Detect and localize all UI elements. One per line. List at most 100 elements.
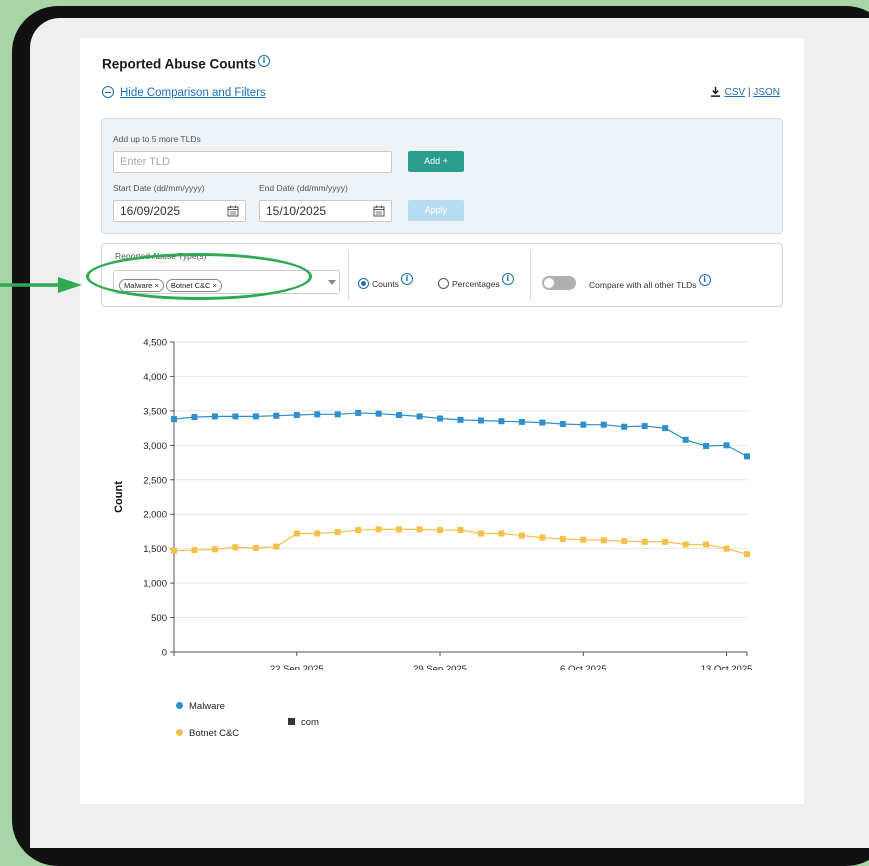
radio-selected-icon (358, 278, 369, 290)
data-point (744, 551, 750, 558)
data-point (559, 536, 566, 543)
add-tld-button[interactable]: Add + (408, 151, 464, 172)
axis-layer: 0 500 1,000 1,500 2,000 2,500 3,000 3,500 4,000 4… (143, 338, 752, 671)
add-tld-label: Add up to 5 more TLDs (113, 134, 201, 144)
tld-input[interactable]: Enter TLD (113, 151, 392, 173)
data-point (682, 436, 689, 443)
legend-dot (176, 729, 183, 736)
hide-filters-toggle[interactable]: Hide Comparison and Filters (102, 86, 266, 99)
radio-unselected-icon (438, 278, 449, 290)
y-tick-label: 0 (162, 648, 167, 659)
data-point (518, 418, 525, 425)
data-point (396, 526, 403, 533)
x-tick-label: 29 Sep 2025 (413, 664, 467, 670)
data-point (396, 412, 403, 419)
divider (348, 250, 349, 300)
data-point (498, 530, 505, 537)
data-point (600, 421, 607, 428)
data-point (314, 530, 321, 537)
data-point (232, 413, 239, 420)
percentages-label: Percentages (452, 279, 500, 290)
y-tick-label: 4,500 (143, 338, 167, 349)
hide-filters-label: Hide Comparison and Filters (120, 87, 266, 99)
data-point (621, 538, 628, 545)
data-point (744, 453, 750, 460)
counts-label: Counts (372, 279, 399, 290)
data-point (355, 409, 362, 416)
y-tick-label: 3,500 (143, 406, 167, 417)
download-icon (710, 86, 720, 97)
apply-button[interactable]: Apply (408, 200, 464, 221)
chevron-down-icon[interactable] (328, 280, 336, 285)
data-point (682, 541, 689, 548)
y-tick-label: 3,000 (143, 441, 167, 452)
calendar-icon[interactable] (373, 205, 385, 217)
data-point (641, 423, 648, 430)
tld-input-placeholder: Enter TLD (120, 156, 170, 168)
data-point (334, 529, 341, 536)
y-tick-label: 4,000 (143, 372, 167, 383)
info-icon[interactable]: i (258, 55, 271, 67)
data-point (723, 545, 730, 552)
download-separator: | (747, 87, 751, 98)
info-icon[interactable]: i (400, 273, 413, 285)
grid-layer (174, 341, 747, 619)
legend-item-botnet[interactable]: Botnet C&C (176, 728, 239, 739)
filter-panel: Add up to 5 more TLDs Enter TLD Add + St… (101, 118, 783, 234)
y-tick-label: 1,500 (143, 544, 167, 555)
counts-radio[interactable]: Countsi (358, 273, 413, 292)
legend-item-com[interactable]: com (288, 717, 319, 728)
pointer-arrow-icon (0, 277, 82, 293)
data-point (703, 443, 710, 450)
divider (530, 250, 531, 300)
data-point (211, 413, 218, 420)
data-point (314, 411, 321, 418)
series-line-botnet (173, 528, 748, 555)
calendar-icon[interactable] (227, 205, 239, 217)
data-point (518, 532, 525, 539)
data-point (437, 527, 444, 534)
legend-label: com (301, 717, 319, 728)
data-point (600, 537, 607, 544)
legend-label: Botnet C&C (189, 728, 240, 739)
percentages-radio[interactable]: Percentagesi (438, 273, 514, 292)
y-tick-label: 2,000 (143, 510, 167, 521)
page-title: Reported Abuse Counts i (102, 55, 271, 72)
data-point (703, 541, 710, 548)
data-point (293, 412, 300, 419)
line-chart: 0 500 1,000 1,500 2,000 2,500 3,000 3,500 4,000 4… (113, 338, 752, 671)
data-point (539, 534, 546, 541)
legend-dot (176, 702, 183, 709)
start-date-field[interactable]: 16/09/2025 (113, 200, 246, 222)
data-point (252, 544, 259, 551)
compare-label-wrap: Compare with all other TLDsi (586, 274, 711, 293)
data-point (477, 417, 484, 424)
info-icon[interactable]: i (501, 273, 514, 285)
data-point (171, 547, 177, 554)
x-tick-label: 22 Sep 2025 (270, 664, 324, 670)
info-icon[interactable]: i (698, 274, 711, 286)
y-tick-label: 500 (151, 613, 167, 624)
end-date-label: End Date (dd/mm/yyyy) (259, 183, 348, 193)
end-date-field[interactable]: 15/10/2025 (259, 200, 392, 222)
data-point (437, 415, 444, 422)
page-title-text: Reported Abuse Counts (102, 56, 257, 72)
data-point (539, 419, 546, 426)
data-point (273, 543, 280, 550)
legend-item-malware[interactable]: Malware (176, 701, 225, 712)
data-point (416, 413, 423, 420)
json-link[interactable]: JSON (753, 87, 780, 98)
data-point (252, 413, 259, 420)
data-point (662, 538, 669, 545)
minus-circle-icon (102, 86, 114, 98)
data-point (580, 421, 587, 428)
compare-toggle[interactable] (542, 276, 576, 290)
data-point (191, 547, 198, 554)
csv-link[interactable]: CSV (725, 87, 746, 98)
start-date-label: Start Date (dd/mm/yyyy) (113, 183, 205, 193)
y-tick-label: 2,500 (143, 475, 167, 486)
legend-label: Malware (189, 701, 225, 712)
data-point (232, 544, 239, 551)
data-point (580, 536, 587, 543)
y-tick-label: 1,000 (143, 579, 167, 590)
